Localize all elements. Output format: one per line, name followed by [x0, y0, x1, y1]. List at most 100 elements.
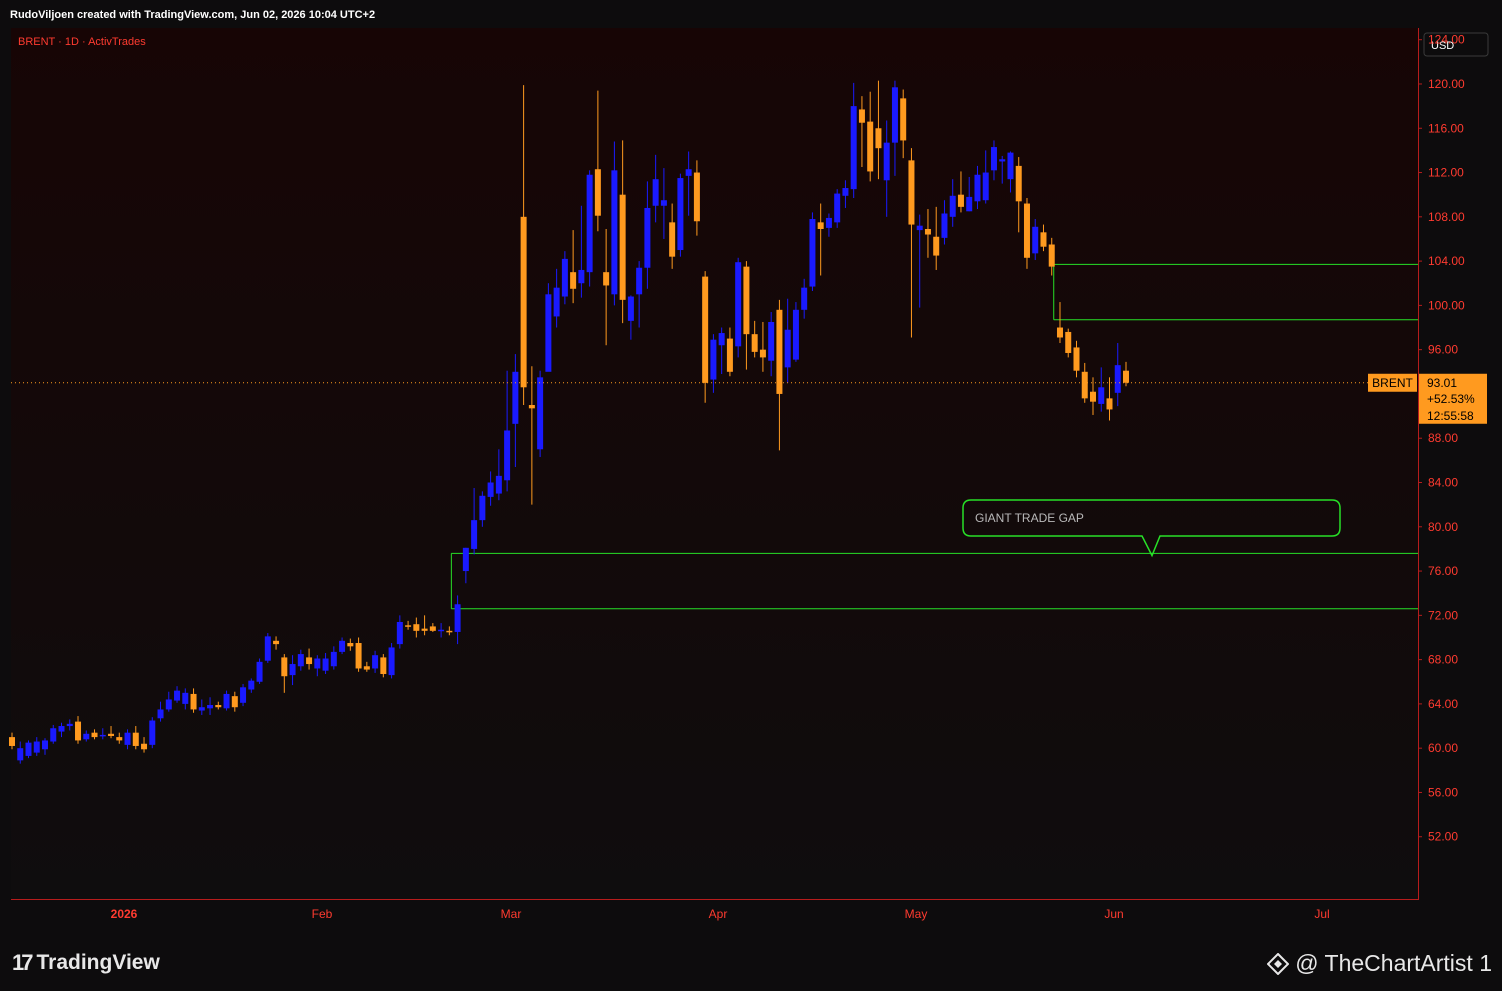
candle-body — [215, 705, 222, 708]
candle-body — [429, 626, 436, 631]
candle-body — [1081, 371, 1088, 399]
candle-body — [355, 643, 362, 669]
candle-body — [1015, 165, 1022, 202]
candle-body — [396, 621, 403, 645]
candle-body — [363, 666, 370, 670]
price-tick-label: 124.00 — [1428, 33, 1465, 47]
candle-body — [1007, 152, 1014, 180]
candle-body — [1098, 387, 1105, 404]
candle-body — [157, 709, 164, 719]
candle-body — [735, 262, 742, 347]
candle — [809, 212, 816, 291]
price-tick-label: 108.00 — [1428, 210, 1465, 224]
chart-area[interactable]: BRENT · 1D · ActivTrades USD 124.00 120.0… — [0, 28, 1502, 930]
candle-body — [174, 690, 181, 701]
price-tick-label: 80.00 — [1428, 520, 1458, 534]
candle-body — [842, 188, 849, 196]
price-tick-label: 116.00 — [1428, 121, 1464, 135]
last-price-symbol: BRENT — [1372, 376, 1413, 390]
candle-body — [248, 680, 255, 690]
candle-body — [99, 734, 106, 737]
candle-body — [462, 547, 469, 572]
candle-body — [264, 636, 271, 661]
candle-body — [306, 657, 313, 665]
created-by-text: RudoViljoen created with TradingView.com… — [10, 9, 376, 21]
candle-body — [858, 109, 865, 123]
price-tick-label: 112.00 — [1428, 166, 1464, 180]
candle-body — [941, 213, 948, 238]
candle-body — [504, 430, 511, 481]
candle-body — [768, 321, 775, 361]
candle-body — [438, 629, 445, 632]
author-watermark: @ TheChartArtist 1 — [1267, 950, 1492, 977]
candle-body — [784, 329, 791, 368]
bar-countdown: 12:55:58 — [1427, 409, 1474, 423]
time-label: Jun — [1104, 907, 1123, 921]
price-tick-label: 76.00 — [1428, 564, 1458, 578]
tradingview-brand: TradingView — [36, 951, 160, 974]
candle-body — [751, 334, 758, 352]
tradingview-logo[interactable]: 17 TradingView — [12, 950, 160, 976]
candle-body — [677, 178, 684, 251]
candle-body — [702, 276, 709, 383]
price-tick-label: 64.00 — [1428, 697, 1458, 711]
candle-body — [966, 196, 973, 212]
candle-body — [693, 172, 700, 222]
candlestick-chart[interactable]: BRENT · 1D · ActivTrades USD 124.00120.0… — [0, 28, 1502, 930]
candle-body — [1114, 365, 1121, 393]
candle-body — [999, 159, 1006, 162]
candle-body — [570, 272, 577, 289]
candle-body — [957, 194, 964, 207]
binance-diamond-icon — [1267, 952, 1290, 975]
time-label: May — [905, 907, 928, 921]
candle-body — [297, 654, 304, 667]
candle-body — [825, 217, 832, 228]
candle-body — [611, 170, 618, 295]
candle-body — [83, 733, 90, 740]
candle — [380, 654, 387, 678]
candle-body — [231, 696, 238, 708]
candle-body — [66, 723, 73, 727]
candle-body — [223, 693, 230, 709]
candle — [792, 302, 799, 362]
candle-body — [149, 720, 156, 745]
candle-body — [743, 266, 750, 335]
candle-body — [281, 657, 288, 677]
candle-body — [974, 174, 981, 202]
tradingview-logo-icon: 17 — [12, 950, 34, 975]
candle-body — [339, 640, 346, 652]
candle-body — [586, 174, 593, 273]
candle-body — [33, 741, 40, 753]
candle-body — [792, 309, 799, 360]
candle-body — [891, 87, 898, 143]
candle-body — [413, 624, 420, 631]
candle-body — [380, 657, 387, 675]
plot-background — [11, 28, 1418, 900]
candle-body — [916, 225, 923, 231]
candle-body — [25, 742, 32, 756]
candle — [149, 717, 156, 749]
candle-body — [372, 655, 379, 669]
candle-body — [1032, 226, 1039, 254]
candle-body — [801, 287, 808, 310]
candle-body — [990, 147, 997, 171]
candle-body — [1106, 398, 1113, 410]
candle-body — [487, 482, 494, 497]
candle-body — [471, 520, 478, 549]
candle-body — [759, 349, 766, 358]
candle-body — [776, 309, 783, 394]
price-tick-label: 60.00 — [1428, 741, 1458, 755]
candle-body — [669, 222, 676, 257]
candle — [537, 370, 544, 458]
candle-body — [834, 193, 841, 223]
candle-body — [108, 733, 115, 737]
candle-body — [289, 664, 296, 676]
candle — [834, 189, 841, 228]
candle-body — [900, 98, 907, 141]
time-label: Apr — [709, 907, 728, 921]
candle-body — [116, 737, 123, 741]
candle-body — [314, 658, 321, 669]
candle — [25, 740, 32, 759]
candle-body — [619, 194, 626, 300]
candle-body — [817, 222, 824, 229]
